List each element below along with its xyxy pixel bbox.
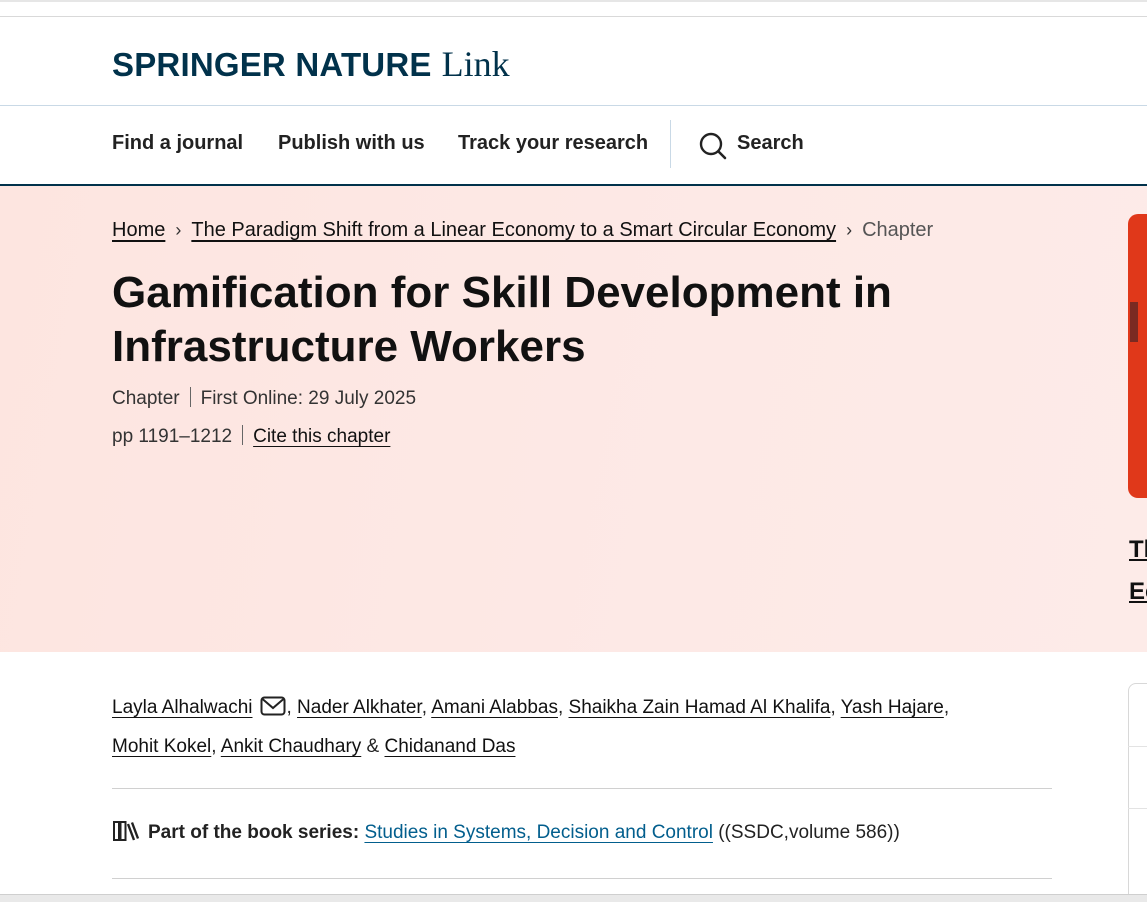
book-cover-thumbnail[interactable]: [1128, 214, 1147, 498]
page-range: pp 1191–1212: [112, 426, 233, 447]
book-series-info: Part of the book series: Studies in Syst…: [112, 819, 900, 844]
breadcrumb: Home › The Paradigm Shift from a Linear Ec…: [112, 219, 933, 242]
author-link[interactable]: Ankit Chaudhary: [221, 736, 361, 757]
book-title-link-line1[interactable]: Th: [1129, 536, 1147, 564]
sidebar-panel-divider: [1128, 746, 1147, 747]
series-link[interactable]: Studies in Systems, Decision and Control: [364, 822, 713, 843]
chevron-right-icon: ›: [846, 220, 853, 240]
sidebar-panel: [1128, 683, 1147, 895]
author-link[interactable]: Amani Alabbas: [431, 697, 558, 718]
author-link[interactable]: Layla Alhalwachi: [112, 697, 252, 718]
nav-publish-with-us[interactable]: Publish with us: [278, 132, 425, 155]
nav-find-a-journal[interactable]: Find a journal: [112, 132, 243, 155]
author-link[interactable]: Shaikha Zain Hamad Al Khalifa: [569, 697, 831, 718]
nav-search[interactable]: Search: [737, 132, 804, 155]
book-title-link-line2[interactable]: Ec: [1129, 578, 1147, 606]
breadcrumb-home[interactable]: Home: [112, 219, 165, 241]
nav-track-your-research[interactable]: Track your research: [458, 132, 648, 155]
chapter-pages-line: pp 1191–1212 Cite this chapter: [112, 425, 390, 448]
first-online-date: First Online: 29 July 2025: [200, 388, 417, 409]
search-icon[interactable]: [699, 132, 727, 160]
page-title: Gamification for Skill Development in In…: [112, 268, 892, 371]
cite-this-chapter-link[interactable]: Cite this chapter: [253, 426, 390, 447]
springer-nature-link-logo[interactable]: SPRINGER NATURE Link: [112, 45, 510, 84]
chapter-hero: Home › The Paradigm Shift from a Linear Ec…: [0, 186, 1147, 652]
content-type: Chapter: [112, 388, 180, 409]
meta-divider: [189, 387, 191, 407]
series-label: Part of the book series:: [148, 822, 360, 843]
nav-divider: [670, 120, 671, 168]
divider: [112, 878, 1052, 879]
sidebar-panel-divider: [1128, 808, 1147, 809]
site-header: SPRINGER NATURE Link: [0, 16, 1147, 106]
books-icon: [113, 821, 140, 841]
main-nav: Find a journal Publish with us Track you…: [0, 106, 1147, 186]
chevron-right-icon: ›: [175, 220, 182, 240]
meta-divider: [242, 425, 244, 445]
book-cover-detail: [1130, 302, 1138, 342]
author-list: Layla Alhalwachi, Nader Alkhater, Amani …: [112, 695, 950, 757]
author-link[interactable]: Mohit Kokel: [112, 736, 211, 757]
author-link[interactable]: Chidanand Das: [385, 736, 516, 757]
series-volume: ((SSDC,volume 586)): [718, 822, 900, 843]
top-border: [0, 0, 1147, 2]
divider: [112, 788, 1052, 789]
chapter-meta-line: Chapter First Online: 29 July 2025: [112, 387, 416, 410]
email-icon[interactable]: [260, 695, 286, 717]
logo-brand-text: SPRINGER NATURE: [112, 46, 432, 83]
logo-suffix-text: Link: [441, 44, 510, 84]
author-link[interactable]: Nader Alkhater: [297, 697, 422, 718]
author-link[interactable]: Yash Hajare: [841, 697, 944, 718]
breadcrumb-book[interactable]: The Paradigm Shift from a Linear Economy…: [191, 219, 836, 241]
breadcrumb-current: Chapter: [862, 219, 934, 241]
